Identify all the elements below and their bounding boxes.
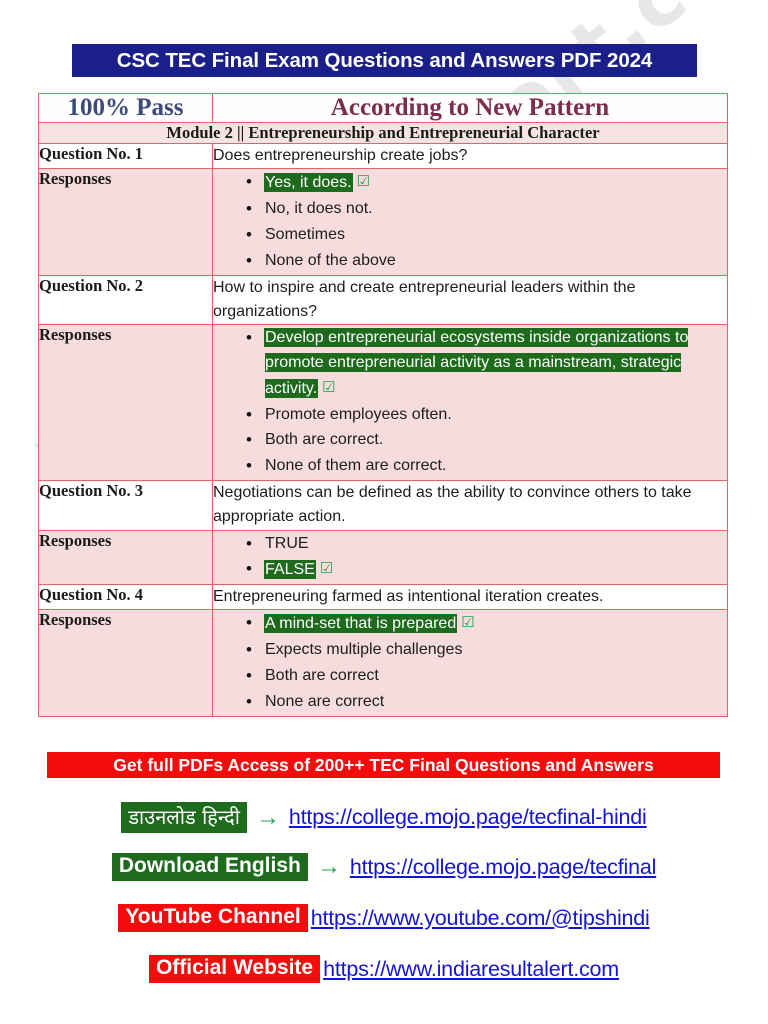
promo-banner-text: Get full PDFs Access of 200++ TEC Final … (113, 754, 654, 775)
question-row: Question No. 2 How to inspire and create … (38, 274, 728, 326)
answer-option-text: None are correct (265, 692, 385, 710)
answer-options-list: A mind-set that is prepared☑ Expects mult… (212, 609, 728, 717)
pass-badge: 100% Pass (67, 94, 184, 121)
link-label-tag: Official Website (148, 955, 321, 983)
answer-option[interactable]: Develop entrepreneurial ecosystems insid… (213, 325, 727, 401)
answer-option-text: TRUE (265, 534, 309, 552)
external-link[interactable]: https://college.mojo.page/tecfinal-hindi (289, 805, 647, 830)
question-text: How to inspire and create entrepreneuria… (212, 274, 728, 326)
answer-option[interactable]: None of them are correct. (213, 453, 727, 479)
question-number-label: Question No. 1 (38, 142, 213, 170)
answer-option[interactable]: None are correct (213, 689, 727, 715)
answer-options-list: Yes, it does.☑ No, it does not. Sometimes N… (212, 168, 728, 276)
answer-options-list: Develop entrepreneurial ecosystems insid… (212, 324, 728, 481)
download-link-row: Official Website https://www.indiaresulta… (0, 955, 768, 983)
arrow-right-icon: → (316, 853, 341, 880)
answer-option-text: None of them are correct. (265, 457, 447, 475)
answer-option-text: None of the above (265, 251, 396, 269)
document-page: CSC TEC Final Exam Questions and Answers… (0, 0, 768, 1024)
answer-option[interactable]: Sometimes (213, 222, 727, 248)
exam-table-body: 100% Pass According to New Pattern Modul… (38, 93, 728, 717)
question-text: Entrepreneuring farmed as intentional it… (212, 584, 728, 611)
download-link-row: डाउनलोड हिन्दी → https://college.mojo.page… (0, 802, 768, 833)
question-row: Question No. 4 Entrepreneuring farmed as … (38, 584, 728, 611)
answer-option-text: Both are correct. (265, 431, 384, 449)
answer-option-text: Both are correct (265, 667, 379, 685)
link-label-tag: YouTube Channel (118, 904, 308, 932)
module-row: Module 2 || Entrepreneurship and Entrepr… (38, 122, 728, 144)
page-title: CSC TEC Final Exam Questions and Answers… (116, 48, 653, 72)
promo-banner: Get full PDFs Access of 200++ TEC Final … (47, 752, 720, 778)
question-number-label: Question No. 3 (38, 479, 213, 531)
external-link[interactable]: https://www.youtube.com/@tipshindi (311, 906, 650, 931)
correct-answer-check-icon: ☑ (356, 173, 371, 191)
pattern-badge: According to New Pattern (330, 94, 610, 121)
pass-badge-cell: 100% Pass (38, 93, 213, 123)
answer-option[interactable]: Expects multiple challenges (213, 637, 727, 663)
answer-option-text: Promote employees often. (265, 405, 452, 423)
answer-option[interactable]: A mind-set that is prepared☑ (213, 610, 727, 637)
answer-option[interactable]: Both are correct. (213, 427, 727, 453)
correct-answer-check-icon: ☑ (322, 378, 336, 396)
document-title-banner: CSC TEC Final Exam Questions and Answers… (72, 44, 697, 77)
responses-row: ResponsesDevelop entrepreneurial ecosyst… (38, 324, 728, 481)
responses-row: ResponsesA mind-set that is prepared☑Exp… (38, 609, 728, 717)
responses-label: Responses (38, 609, 213, 717)
answer-option[interactable]: Both are correct (213, 663, 727, 689)
question-row: Question No. 1 Does entrepreneurship crea… (38, 142, 728, 170)
question-text: Does entrepreneurship create jobs? (212, 142, 728, 170)
responses-label: Responses (38, 529, 213, 586)
correct-answer-check-icon: ☑ (461, 614, 475, 632)
link-label-tag: डाउनलोड हिन्दी (121, 802, 247, 833)
question-number-label: Question No. 4 (38, 584, 213, 611)
answer-option[interactable]: TRUE (213, 531, 727, 557)
badge-row: 100% Pass According to New Pattern (38, 93, 728, 123)
answer-option-text: A mind-set that is prepared (265, 615, 457, 633)
responses-label: Responses (38, 168, 213, 276)
answer-option[interactable]: Yes, it does.☑ (213, 169, 727, 196)
answer-option-text: Yes, it does. (265, 174, 352, 192)
answer-option[interactable]: Promote employees often. (213, 402, 727, 428)
answer-option[interactable]: No, it does not. (213, 196, 727, 222)
module-heading: Module 2 || Entrepreneurship and Entrepr… (38, 122, 728, 144)
external-link[interactable]: https://college.mojo.page/tecfinal (350, 855, 657, 880)
question-text: Negotiations can be defined as the abili… (212, 479, 728, 531)
answer-option-text: No, it does not. (265, 200, 373, 218)
arrow-right-icon: → (255, 803, 280, 831)
answer-options-list: TRUE FALSE☑ (212, 529, 728, 586)
pattern-badge-cell: According to New Pattern (212, 93, 728, 123)
question-row: Question No. 3 Negotiations can be define… (38, 479, 728, 531)
answer-option-text: FALSE (265, 561, 315, 579)
answer-option-text: Sometimes (265, 225, 346, 243)
exam-questions-table: 100% Pass According to New Pattern Modul… (38, 93, 728, 717)
answer-option[interactable]: None of the above (213, 248, 727, 274)
download-link-row: Download English → https://college.mojo.pa… (0, 853, 768, 881)
question-number-label: Question No. 2 (38, 274, 213, 326)
answer-option[interactable]: FALSE☑ (213, 556, 727, 583)
responses-row: ResponsesYes, it does.☑No, it does not.S… (38, 168, 728, 276)
correct-answer-check-icon: ☑ (319, 560, 334, 578)
download-link-row: YouTube Channel https://www.youtube.com/@… (0, 904, 768, 932)
answer-option-text: Expects multiple challenges (265, 641, 463, 659)
responses-label: Responses (38, 324, 213, 481)
responses-row: Responses TRUE FALSE☑ (38, 529, 728, 586)
link-label-tag: Download English (111, 853, 308, 881)
external-link[interactable]: https://www.indiaresultalert.com (323, 957, 619, 982)
